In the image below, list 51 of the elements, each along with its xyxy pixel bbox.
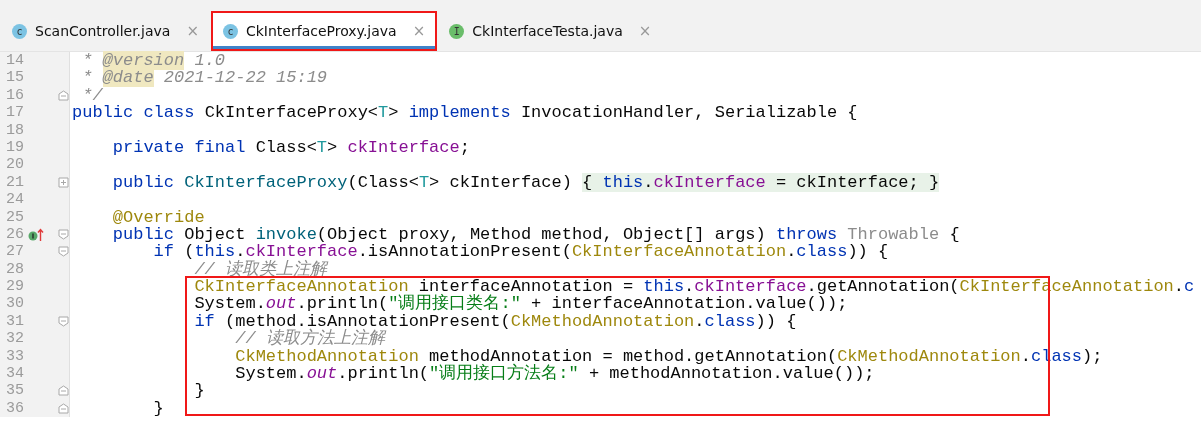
line-number: 28 bbox=[5, 260, 24, 279]
line-number: 21 bbox=[5, 173, 24, 192]
collapse-icon[interactable] bbox=[58, 315, 69, 327]
code-line: // 读取类上注解 bbox=[193, 260, 328, 279]
code-line: public Object invoke(Object proxy, Method method, Object[] args) throws Throwable { bbox=[111, 225, 960, 244]
code-line: } bbox=[152, 399, 164, 418]
code-line: private final Class<T> ckInterface; bbox=[111, 138, 470, 157]
collapse-icon[interactable] bbox=[58, 246, 69, 258]
tab-label: ScanController.java bbox=[35, 21, 171, 41]
code-line: @Override bbox=[111, 208, 205, 226]
line-number: 35 bbox=[5, 382, 24, 400]
collapse-icon[interactable] bbox=[58, 385, 69, 397]
editor-tab[interactable]: c ScanController.java × bbox=[2, 13, 209, 49]
tab-label: CkInterfaceProxy.java bbox=[246, 21, 397, 41]
editor-tab[interactable]: I CkInterfaceTesta.java × bbox=[439, 13, 662, 49]
class-icon: c bbox=[12, 23, 27, 39]
line-number: 27 bbox=[5, 243, 24, 261]
collapse-icon[interactable] bbox=[58, 228, 69, 240]
tab-label: CkInterfaceTesta.java bbox=[472, 21, 623, 41]
editor-tab[interactable]: c CkInterfaceProxy.java × bbox=[213, 13, 436, 49]
interface-icon: I bbox=[449, 23, 465, 39]
line-number: 14 bbox=[5, 52, 24, 70]
line-number: 26 bbox=[5, 225, 24, 244]
code-line: // 读取方法上注解 bbox=[235, 330, 385, 348]
line-number: 34 bbox=[5, 365, 24, 383]
code-line: public CkInterfaceProxy(Class<T> ckInterface) { this.ckInterface = ckInterface; } bbox=[111, 173, 940, 192]
line-number: 30 bbox=[5, 295, 24, 313]
line-number: 15 bbox=[5, 69, 24, 87]
code-line: if (this.ckInterface.isAnnotationPresent(CkInterfaceAnnotation.class)) { bbox=[152, 243, 889, 261]
code-line: */ bbox=[81, 86, 103, 105]
line-number: 32 bbox=[5, 330, 24, 348]
line-number: 16 bbox=[5, 86, 24, 105]
implementation-marker-icon[interactable] bbox=[28, 227, 44, 242]
line-number: 36 bbox=[5, 399, 24, 418]
code-line: System.out.println("调用接口类名:" + interfaceAnnotation.value()); bbox=[193, 295, 848, 313]
line-number: 31 bbox=[5, 312, 24, 331]
line-number: 18 bbox=[5, 121, 24, 139]
collapse-icon[interactable] bbox=[58, 402, 69, 414]
line-number: 29 bbox=[5, 278, 24, 296]
line-number: 19 bbox=[5, 138, 24, 157]
code-line: } bbox=[193, 382, 205, 400]
line-number: 24 bbox=[5, 191, 24, 209]
line-number: 33 bbox=[5, 347, 24, 366]
class-icon: c bbox=[223, 23, 238, 39]
line-number: 17 bbox=[5, 104, 24, 122]
expand-icon[interactable] bbox=[58, 176, 69, 188]
line-number: 25 bbox=[5, 208, 24, 226]
code-line: System.out.println("调用接口方法名:" + methodAnnotation.value()); bbox=[234, 365, 875, 383]
code-line: public class CkInterfaceProxy<T> implements InvocationHandler, Serializable { bbox=[71, 104, 858, 122]
collapse-icon[interactable] bbox=[58, 89, 69, 101]
line-number: 20 bbox=[5, 156, 24, 174]
